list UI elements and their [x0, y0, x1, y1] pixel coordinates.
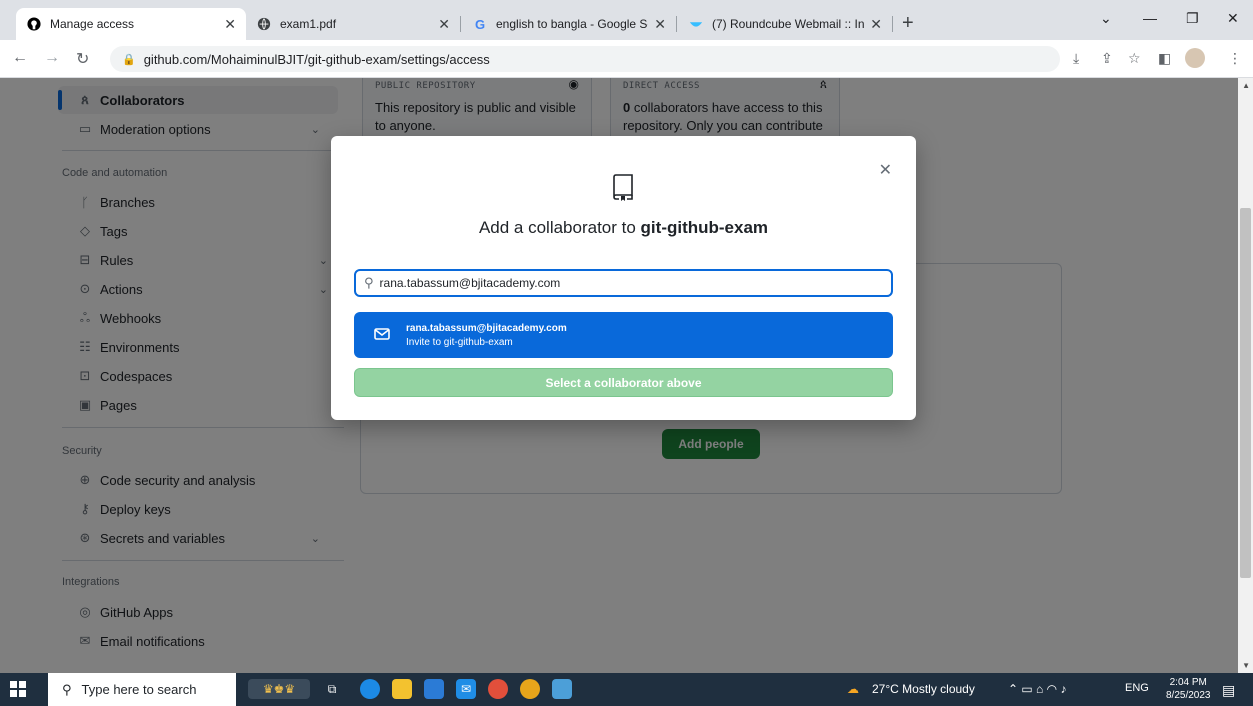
collaborator-search-field[interactable]: ⚲	[354, 269, 893, 297]
mail-app-icon[interactable]: ✉	[456, 679, 476, 699]
repo-icon	[613, 174, 633, 201]
profile-avatar[interactable]	[1185, 48, 1205, 68]
select-collaborator-button[interactable]: Select a collaborator above	[354, 368, 893, 397]
search-highlight-icon[interactable]: ♛♚♛	[248, 679, 310, 699]
back-icon[interactable]: ←	[12, 49, 28, 67]
page-viewport: ጰ Collaborators ▭ Moderation options ⌄ C…	[0, 78, 1253, 673]
app-badge-icon[interactable]	[488, 679, 508, 699]
window-close-icon[interactable]: ✕	[1227, 10, 1239, 27]
install-icon[interactable]: ⤓	[1073, 50, 1079, 67]
clock-time: 2:04 PM	[1169, 677, 1207, 688]
new-tab-icon[interactable]: +	[902, 12, 914, 35]
notifications-icon[interactable]: ▤	[1222, 682, 1235, 699]
close-icon[interactable]: ✕	[654, 16, 666, 33]
tab-separator	[460, 16, 461, 32]
search-icon: ⚲	[62, 681, 72, 697]
edge-icon[interactable]	[360, 679, 380, 699]
restore-icon[interactable]: ❐	[1186, 10, 1199, 27]
google-icon: G	[474, 16, 486, 32]
windows-start-icon[interactable]	[10, 681, 26, 697]
tab-search-icon[interactable]: ⌄	[1100, 10, 1112, 27]
browser-tab-strip: Manage access ✕ exam1.pdf ✕ G english to…	[0, 0, 1253, 40]
add-collaborator-dialog: ✕ Add a collaborator to git-github-exam …	[331, 136, 916, 420]
suggestion-email: rana.tabassum@bjitacademy.com	[406, 322, 567, 334]
tab-separator	[676, 16, 677, 32]
tab-roundcube[interactable]: (7) Roundcube Webmail :: Inbox ✕	[678, 8, 892, 40]
search-icon: ⚲	[364, 275, 374, 290]
forward-icon[interactable]: →	[44, 49, 60, 67]
tab-separator	[892, 16, 893, 32]
address-bar-row: ← → ↻ 🔒 github.com/MohaiminulBJIT/git-gi…	[0, 40, 1253, 78]
url-text: github.com/MohaiminulBJIT/git-github-exa…	[143, 51, 490, 67]
suggestion-subtitle: Invite to git-github-exam	[406, 336, 513, 348]
scroll-down-icon[interactable]: ▼	[1242, 661, 1250, 670]
weather-icon: ☁	[847, 682, 859, 696]
github-icon	[26, 16, 42, 32]
tab-exam-pdf[interactable]: exam1.pdf ✕	[246, 8, 460, 40]
taskbar-search-placeholder: Type here to search	[81, 682, 197, 697]
store-icon[interactable]	[424, 679, 444, 699]
clock-date: 8/25/2023	[1166, 690, 1211, 701]
page-scrollbar[interactable]: ▲ ▼	[1238, 78, 1253, 673]
collaborator-search-input[interactable]	[379, 276, 860, 290]
taskbar-search[interactable]: ⚲ Type here to search	[48, 673, 236, 706]
scroll-thumb[interactable]	[1240, 208, 1251, 578]
language-indicator[interactable]: ENG	[1125, 682, 1149, 694]
dialog-title: Add a collaborator to git-github-exam	[331, 218, 916, 238]
bookmark-star-icon[interactable]: ☆	[1128, 50, 1141, 67]
side-panel-icon[interactable]: ◧	[1158, 50, 1171, 67]
roundcube-icon	[688, 16, 704, 32]
tab-manage-access[interactable]: Manage access ✕	[16, 8, 246, 40]
tab-title: exam1.pdf	[280, 17, 337, 31]
tab-title: (7) Roundcube Webmail :: Inbox	[712, 17, 865, 31]
close-icon[interactable]: ✕	[879, 160, 892, 180]
close-icon[interactable]: ✕	[870, 16, 882, 33]
weather-text[interactable]: 27°C Mostly cloudy	[872, 682, 975, 696]
mail-icon	[374, 327, 390, 343]
close-icon[interactable]: ✕	[224, 16, 236, 33]
tab-title: english to bangla - Google Searc	[496, 17, 648, 31]
task-view-icon[interactable]: ⧉	[322, 679, 342, 699]
file-explorer-icon[interactable]	[392, 679, 412, 699]
url-bar[interactable]: 🔒 github.com/MohaiminulBJIT/git-github-e…	[110, 46, 1060, 72]
tab-google-search[interactable]: G english to bangla - Google Searc ✕	[462, 8, 676, 40]
taskbar-clock[interactable]: 2:04 PM 8/25/2023	[1166, 676, 1211, 702]
tab-title: Manage access	[50, 17, 135, 31]
dialog-repo-name: git-github-exam	[640, 218, 769, 237]
scroll-up-icon[interactable]: ▲	[1242, 81, 1250, 90]
collaborator-suggestion[interactable]: rana.tabassum@bjitacademy.com Invite to …	[354, 312, 893, 358]
app-icon[interactable]	[552, 679, 572, 699]
lock-icon: 🔒	[122, 53, 136, 66]
dialog-title-prefix: Add a collaborator to	[478, 218, 641, 237]
windows-taskbar: ⚲ Type here to search ♛♚♛ ⧉ ✉ ☁ 27°C Mos…	[0, 673, 1253, 706]
globe-icon	[256, 16, 272, 32]
share-icon[interactable]: ⇪	[1101, 50, 1113, 67]
close-icon[interactable]: ✕	[438, 16, 450, 33]
system-tray-icons[interactable]: ⌃ ▭ ⌂ ◠ ♪	[1008, 682, 1066, 696]
menu-kebab-icon[interactable]: ⋮	[1228, 50, 1242, 67]
minimize-icon[interactable]: —	[1143, 10, 1157, 26]
suggestion-text: rana.tabassum@bjitacademy.com Invite to …	[406, 323, 567, 348]
reload-icon[interactable]: ↻	[76, 49, 89, 69]
chrome-icon[interactable]	[520, 679, 540, 699]
